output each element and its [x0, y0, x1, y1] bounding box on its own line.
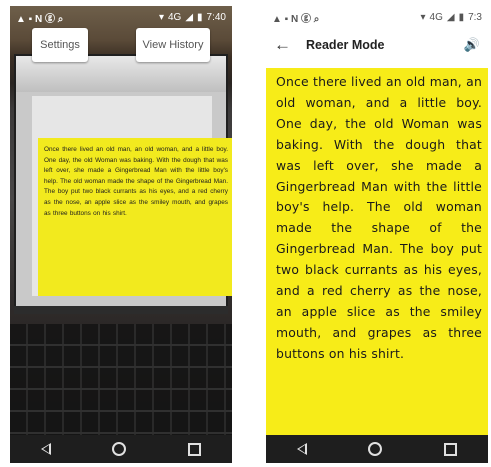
app-bar: ← Reader Mode 🔊 [266, 28, 488, 62]
nav-recents-icon[interactable] [444, 442, 458, 456]
nav-back-icon[interactable] [296, 443, 307, 455]
status-right: ▾ 4G ◢ ▮ 7:40 [159, 12, 226, 23]
reader-text-panel[interactable]: Once there lived an old man, an old woma… [266, 68, 488, 436]
status-right: ▾ 4G ◢ ▮ 7:3 [421, 12, 483, 23]
battery-icon: ▮ [458, 11, 465, 23]
back-arrow-icon[interactable]: ← [274, 35, 298, 55]
network-label: 4G [167, 11, 182, 23]
signal-icon: ◢ [446, 11, 455, 23]
monitor-taskbar-image [14, 306, 228, 314]
wifi-icon: ▾ [158, 11, 164, 23]
settings-button[interactable]: Settings [32, 28, 88, 62]
notification-icons: ▲ ▪ N ⓖ ⌕ [272, 13, 320, 25]
status-bar: ▲ ▪ N ⓖ ⌕ ▾ 4G ◢ ▮ 7:40 [10, 6, 232, 28]
nav-home-icon[interactable] [112, 442, 127, 456]
page-title: Reader Mode [306, 38, 385, 52]
network-label: 4G [429, 11, 443, 23]
notification-icons: ▲ ▪ N ⓖ ⌕ [16, 13, 64, 25]
reader-text: Once there lived an old man, an old woma… [276, 74, 482, 361]
navigation-bar [10, 435, 232, 463]
battery-icon: ▮ [197, 11, 203, 23]
nav-back-icon[interactable] [40, 443, 51, 455]
nav-recents-icon[interactable] [188, 442, 202, 456]
nav-home-icon[interactable] [368, 442, 383, 456]
wifi-icon: ▾ [420, 11, 426, 23]
clock: 7:40 [206, 11, 226, 23]
status-bar: ▲ ▪ N ⓖ ⌕ ▾ 4G ◢ ▮ 7:3 [266, 6, 488, 28]
recognized-text: Once there lived an old man, an old woma… [44, 146, 228, 217]
speaker-icon[interactable]: 🔊 [464, 37, 480, 53]
signal-icon: ◢ [185, 11, 194, 23]
navigation-bar [266, 435, 488, 463]
clock: 7:3 [468, 11, 482, 23]
view-history-button[interactable]: View History [136, 28, 210, 62]
reader-screen: ▲ ▪ N ⓖ ⌕ ▾ 4G ◢ ▮ 7:3 ← Reader Mode 🔊 O… [266, 6, 488, 463]
keyboard-rows-image [10, 324, 232, 435]
camera-screen: ▲ ▪ N ⓖ ⌕ ▾ 4G ◢ ▮ 7:40 Settings View Hi… [10, 6, 232, 463]
recognized-text-overlay[interactable]: Once there lived an old man, an old woma… [38, 138, 232, 296]
